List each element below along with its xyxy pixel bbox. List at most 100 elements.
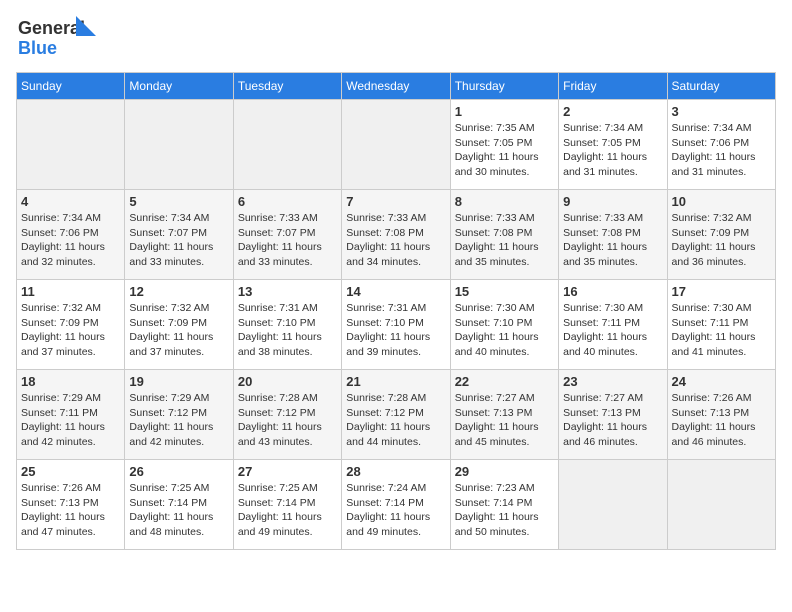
calendar-cell [17, 100, 125, 190]
day-number: 9 [563, 194, 662, 209]
svg-text:Blue: Blue [18, 38, 57, 58]
week-row-1: 1Sunrise: 7:35 AM Sunset: 7:05 PM Daylig… [17, 100, 776, 190]
day-number: 10 [672, 194, 771, 209]
calendar-cell: 28 Sunrise: 7:24 AM Sunset: 7:14 PM Dayli… [342, 460, 450, 550]
calendar-cell: 25 Sunrise: 7:26 AM Sunset: 7:13 PM Dayli… [17, 460, 125, 550]
day-number: 25 [21, 464, 120, 479]
day-info: Sunrise: 7:29 AM Sunset: 7:11 PM Dayligh… [21, 391, 120, 450]
calendar-cell: 10 Sunrise: 7:32 AM Sunset: 7:09 PM Dayli… [667, 190, 775, 280]
calendar-cell: 5 Sunrise: 7:34 AM Sunset: 7:07 PM Daylig… [125, 190, 233, 280]
calendar-cell: 13 Sunrise: 7:31 AM Sunset: 7:10 PM Dayli… [233, 280, 341, 370]
day-number: 13 [238, 284, 337, 299]
calendar-cell: 12 Sunrise: 7:32 AM Sunset: 7:09 PM Dayli… [125, 280, 233, 370]
day-number: 11 [21, 284, 120, 299]
day-number: 21 [346, 374, 445, 389]
day-info: Sunrise: 7:29 AM Sunset: 7:12 PM Dayligh… [129, 391, 228, 450]
calendar-cell [125, 100, 233, 190]
calendar-cell: 16Sunrise: 7:30 AM Sunset: 7:11 PM Dayli… [559, 280, 667, 370]
day-info: Sunrise: 7:33 AM Sunset: 7:08 PM Dayligh… [455, 211, 554, 270]
day-number: 14 [346, 284, 445, 299]
day-number: 18 [21, 374, 120, 389]
calendar-table: SundayMondayTuesdayWednesdayThursdayFrid… [16, 72, 776, 550]
calendar-cell: 2 Sunrise: 7:34 AM Sunset: 7:05 PM Daylig… [559, 100, 667, 190]
calendar-cell: 22 Sunrise: 7:27 AM Sunset: 7:13 PM Dayli… [450, 370, 558, 460]
day-info: Sunrise: 7:30 AM Sunset: 7:11 PM Dayligh… [563, 301, 662, 360]
day-info: Sunrise: 7:23 AM Sunset: 7:14 PM Dayligh… [455, 481, 554, 540]
day-number: 2 [563, 104, 662, 119]
col-header-tuesday: Tuesday [233, 73, 341, 100]
day-info: Sunrise: 7:27 AM Sunset: 7:13 PM Dayligh… [455, 391, 554, 450]
header-row: SundayMondayTuesdayWednesdayThursdayFrid… [17, 73, 776, 100]
day-info: Sunrise: 7:34 AM Sunset: 7:06 PM Dayligh… [21, 211, 120, 270]
calendar-cell [233, 100, 341, 190]
day-number: 5 [129, 194, 228, 209]
day-number: 6 [238, 194, 337, 209]
day-info: Sunrise: 7:35 AM Sunset: 7:05 PM Dayligh… [455, 121, 554, 180]
calendar-cell: 20Sunrise: 7:28 AM Sunset: 7:12 PM Dayli… [233, 370, 341, 460]
day-number: 19 [129, 374, 228, 389]
day-info: Sunrise: 7:32 AM Sunset: 7:09 PM Dayligh… [672, 211, 771, 270]
calendar-cell: 1Sunrise: 7:35 AM Sunset: 7:05 PM Daylig… [450, 100, 558, 190]
calendar-cell: 27 Sunrise: 7:25 AM Sunset: 7:14 PM Dayli… [233, 460, 341, 550]
day-info: Sunrise: 7:26 AM Sunset: 7:13 PM Dayligh… [672, 391, 771, 450]
svg-text:General: General [18, 18, 85, 38]
calendar-cell: 24 Sunrise: 7:26 AM Sunset: 7:13 PM Dayli… [667, 370, 775, 460]
col-header-friday: Friday [559, 73, 667, 100]
calendar-cell: 3Sunrise: 7:34 AM Sunset: 7:06 PM Daylig… [667, 100, 775, 190]
day-info: Sunrise: 7:34 AM Sunset: 7:05 PM Dayligh… [563, 121, 662, 180]
day-number: 29 [455, 464, 554, 479]
day-info: Sunrise: 7:33 AM Sunset: 7:08 PM Dayligh… [346, 211, 445, 270]
day-info: Sunrise: 7:24 AM Sunset: 7:14 PM Dayligh… [346, 481, 445, 540]
calendar-cell [667, 460, 775, 550]
week-row-3: 11 Sunrise: 7:32 AM Sunset: 7:09 PM Dayli… [17, 280, 776, 370]
calendar-cell: 6 Sunrise: 7:33 AM Sunset: 7:07 PM Daylig… [233, 190, 341, 280]
day-info: Sunrise: 7:33 AM Sunset: 7:08 PM Dayligh… [563, 211, 662, 270]
calendar-cell: 8 Sunrise: 7:33 AM Sunset: 7:08 PM Daylig… [450, 190, 558, 280]
day-info: Sunrise: 7:33 AM Sunset: 7:07 PM Dayligh… [238, 211, 337, 270]
col-header-thursday: Thursday [450, 73, 558, 100]
calendar-cell: 29 Sunrise: 7:23 AM Sunset: 7:14 PM Dayli… [450, 460, 558, 550]
calendar-cell: 21Sunrise: 7:28 AM Sunset: 7:12 PM Dayli… [342, 370, 450, 460]
day-info: Sunrise: 7:26 AM Sunset: 7:13 PM Dayligh… [21, 481, 120, 540]
col-header-wednesday: Wednesday [342, 73, 450, 100]
calendar-cell: 9 Sunrise: 7:33 AM Sunset: 7:08 PM Daylig… [559, 190, 667, 280]
week-row-4: 18 Sunrise: 7:29 AM Sunset: 7:11 PM Dayli… [17, 370, 776, 460]
day-info: Sunrise: 7:30 AM Sunset: 7:10 PM Dayligh… [455, 301, 554, 360]
day-number: 3 [672, 104, 771, 119]
calendar-cell: 4 Sunrise: 7:34 AM Sunset: 7:06 PM Daylig… [17, 190, 125, 280]
day-number: 22 [455, 374, 554, 389]
calendar-cell: 26 Sunrise: 7:25 AM Sunset: 7:14 PM Dayli… [125, 460, 233, 550]
day-info: Sunrise: 7:25 AM Sunset: 7:14 PM Dayligh… [129, 481, 228, 540]
day-number: 8 [455, 194, 554, 209]
day-number: 7 [346, 194, 445, 209]
day-info: Sunrise: 7:31 AM Sunset: 7:10 PM Dayligh… [346, 301, 445, 360]
day-info: Sunrise: 7:25 AM Sunset: 7:14 PM Dayligh… [238, 481, 337, 540]
week-row-5: 25 Sunrise: 7:26 AM Sunset: 7:13 PM Dayli… [17, 460, 776, 550]
day-number: 12 [129, 284, 228, 299]
calendar-cell [342, 100, 450, 190]
day-number: 24 [672, 374, 771, 389]
day-info: Sunrise: 7:32 AM Sunset: 7:09 PM Dayligh… [129, 301, 228, 360]
calendar-cell: 17 Sunrise: 7:30 AM Sunset: 7:11 PM Dayli… [667, 280, 775, 370]
week-row-2: 4 Sunrise: 7:34 AM Sunset: 7:06 PM Daylig… [17, 190, 776, 280]
day-number: 28 [346, 464, 445, 479]
day-info: Sunrise: 7:30 AM Sunset: 7:11 PM Dayligh… [672, 301, 771, 360]
calendar-cell [559, 460, 667, 550]
col-header-monday: Monday [125, 73, 233, 100]
col-header-sunday: Sunday [17, 73, 125, 100]
calendar-cell: 14 Sunrise: 7:31 AM Sunset: 7:10 PM Dayli… [342, 280, 450, 370]
page-header: GeneralBlue [16, 16, 776, 60]
day-info: Sunrise: 7:31 AM Sunset: 7:10 PM Dayligh… [238, 301, 337, 360]
day-number: 4 [21, 194, 120, 209]
day-info: Sunrise: 7:34 AM Sunset: 7:07 PM Dayligh… [129, 211, 228, 270]
day-number: 15 [455, 284, 554, 299]
calendar-cell: 11Sunrise: 7:32 AM Sunset: 7:09 PM Dayli… [17, 280, 125, 370]
day-number: 17 [672, 284, 771, 299]
calendar-cell: 15 Sunrise: 7:30 AM Sunset: 7:10 PM Dayli… [450, 280, 558, 370]
calendar-cell: 18 Sunrise: 7:29 AM Sunset: 7:11 PM Dayli… [17, 370, 125, 460]
calendar-cell: 7 Sunrise: 7:33 AM Sunset: 7:08 PM Daylig… [342, 190, 450, 280]
day-number: 26 [129, 464, 228, 479]
logo-svg: GeneralBlue [16, 16, 96, 60]
logo: GeneralBlue [16, 16, 96, 60]
day-number: 27 [238, 464, 337, 479]
